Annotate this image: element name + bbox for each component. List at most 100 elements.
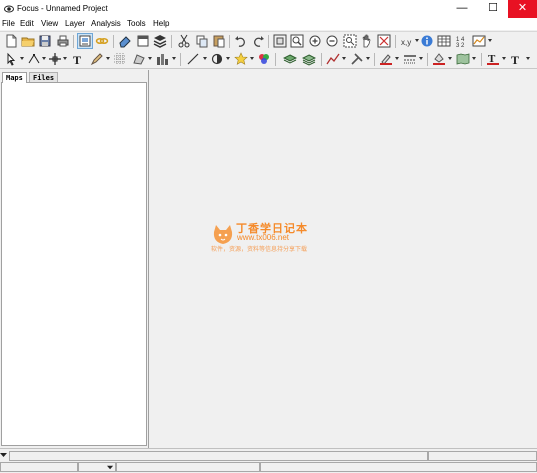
zoom-selection-icon[interactable] [343,34,357,48]
measure-icon[interactable]: 1 43 2 [455,34,469,48]
line-style-dropdown-caret[interactable] [419,57,423,60]
menu-analysis[interactable]: Analysis [91,19,121,28]
tools-icon[interactable] [350,52,364,66]
shape-tool-icon[interactable] [132,52,146,66]
buildings-icon[interactable] [155,52,169,66]
svg-text:x,y: x,y [401,38,411,47]
close-button[interactable]: ✕ [508,0,537,18]
print-icon[interactable] [56,34,70,48]
line-dropdown-caret[interactable] [203,57,207,60]
move-cross-icon[interactable] [48,52,62,66]
maps-tree[interactable] [1,82,147,446]
pan-hand-icon[interactable] [360,34,374,48]
svg-text:T: T [73,53,81,66]
status-extra-field [260,462,537,472]
menu-layer[interactable]: Layer [65,19,85,28]
coordinate-dropdown-caret[interactable] [415,39,419,42]
layers-stack-icon[interactable] [153,34,167,48]
vertex-tool-icon[interactable] [27,52,41,66]
chart-dropdown-caret[interactable] [488,39,492,42]
font-size-dropdown-caret[interactable] [526,57,530,60]
new-icon[interactable] [4,34,18,48]
analysis-icon[interactable] [326,52,340,66]
maximize-button[interactable]: ☐ [478,0,508,18]
watermark-url: www.tx006.net [237,233,290,242]
title-bar: Focus - Unnamed Project — ☐ ✕ [0,0,537,18]
save-icon[interactable] [38,34,52,48]
layer-add-icon[interactable] [283,52,297,66]
fill-color-icon[interactable] [432,52,446,66]
toolbar-separator [321,53,322,66]
cut-icon[interactable] [177,34,191,48]
minimize-button[interactable]: — [447,0,477,18]
menu-tools[interactable]: Tools [127,19,146,28]
toolbar-separator [481,53,482,66]
toolbar-separator [268,35,269,48]
status-scale-dropdown[interactable] [78,462,116,472]
palette-icon[interactable] [257,52,271,66]
info-icon[interactable] [420,34,434,48]
toolbar-separator [113,35,114,48]
line-tool-icon[interactable] [186,52,200,66]
edit-tool-icon[interactable] [90,52,104,66]
watermark: 丁香学日记本 www.tx006.net 软件，资源，资料等信息持分享下载 [211,220,331,260]
tools-dropdown-caret[interactable] [366,57,370,60]
standard-toolbar: x,y 1 43 2 [0,31,537,50]
grid-tool-icon[interactable] [113,52,127,66]
menu-view[interactable]: View [41,19,58,28]
select-arrow-icon[interactable] [4,52,18,66]
menu-file[interactable]: File [2,19,15,28]
buildings-dropdown-caret[interactable] [172,57,176,60]
paste-icon[interactable] [212,34,226,48]
zoom-rect-icon[interactable] [377,34,391,48]
select-dropdown-caret[interactable] [20,57,24,60]
toolbar-separator [180,53,181,66]
link-icon[interactable] [95,34,109,48]
star-dropdown-caret[interactable] [250,57,254,60]
line-style-icon[interactable] [403,52,417,66]
zoom-layer-icon[interactable] [290,34,304,48]
line-color-icon[interactable] [379,52,393,66]
status-bar [0,448,537,473]
scale-dropdown-icon [107,465,114,470]
menu-edit[interactable]: Edit [20,19,34,28]
redo-icon[interactable] [251,34,265,48]
menu-bar: File Edit View Layer Analysis Tools Help [0,18,537,30]
text-tool-icon[interactable]: T [71,52,85,66]
analysis-dropdown-caret[interactable] [342,57,346,60]
circle-dropdown-caret[interactable] [226,57,230,60]
font-color-dropdown-caret[interactable] [502,57,506,60]
coordinate-xy-icon[interactable]: x,y [400,34,414,48]
font-color-icon[interactable]: T [486,52,500,66]
drawing-toolbar: T T T [0,50,537,69]
zoom-in-icon[interactable] [308,34,322,48]
open-folder-icon[interactable] [21,34,35,48]
zoom-out-icon[interactable] [325,34,339,48]
status-projection-field [116,462,260,472]
table-icon[interactable] [437,34,451,48]
copy-icon[interactable] [195,34,209,48]
layout-icon[interactable] [77,33,93,49]
line-color-dropdown-caret[interactable] [395,57,399,60]
chart-icon[interactable] [472,34,486,48]
move-dropdown-caret[interactable] [63,57,67,60]
menu-help[interactable]: Help [153,19,169,28]
circle-tool-icon[interactable] [210,52,224,66]
undo-icon[interactable] [234,34,248,48]
toolbar-separator [275,53,276,66]
vertex-dropdown-caret[interactable] [42,57,46,60]
tab-maps[interactable]: Maps [2,72,27,83]
eraser-icon[interactable] [118,34,132,48]
window-icon[interactable] [136,34,150,48]
edit-dropdown-caret[interactable] [106,57,110,60]
fill-color-dropdown-caret[interactable] [448,57,452,60]
font-size-icon[interactable]: T [510,52,524,66]
star-tool-icon[interactable] [234,52,248,66]
shape-dropdown-caret[interactable] [148,57,152,60]
map-icon[interactable] [456,52,470,66]
zoom-extent-icon[interactable] [273,34,287,48]
layer-remove-icon[interactable] [302,52,316,66]
status-collapse-icon[interactable] [0,451,8,459]
map-canvas[interactable]: 丁香学日记本 www.tx006.net 软件，资源，资料等信息持分享下载 [151,70,537,448]
map-dropdown-caret[interactable] [472,57,476,60]
